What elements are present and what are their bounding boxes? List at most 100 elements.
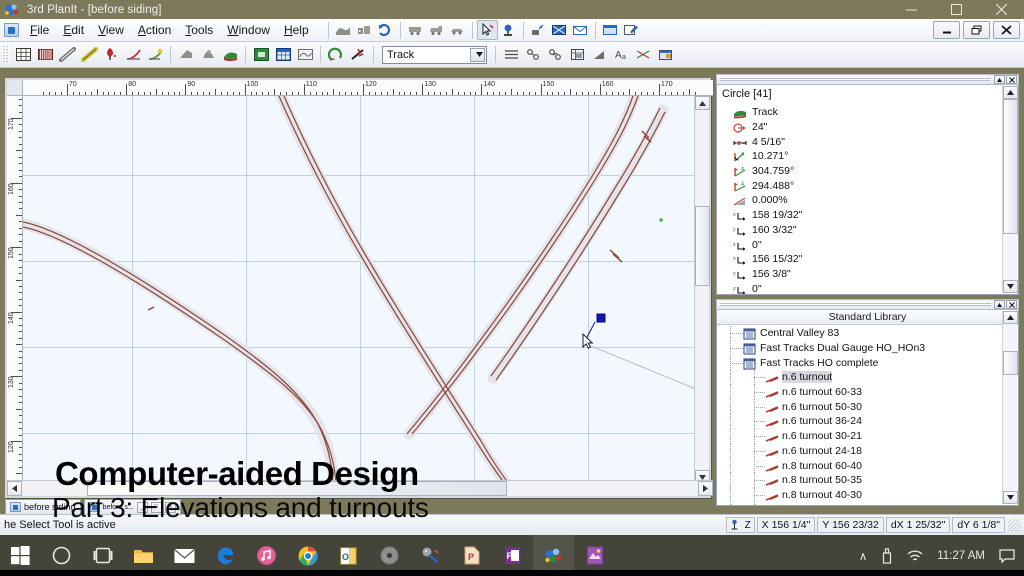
table-icon[interactable] (272, 44, 294, 65)
library-panel-collapse-button[interactable] (994, 300, 1005, 309)
edit-properties-icon[interactable] (621, 20, 642, 40)
property-row[interactable]: x 158 19/32" (717, 208, 1001, 223)
property-row[interactable]: z 0" (717, 237, 1001, 252)
flex-track-icon[interactable] (78, 44, 100, 65)
refresh-3d-icon[interactable] (375, 20, 396, 40)
scenery-icon[interactable] (354, 20, 375, 40)
curve-icon[interactable] (325, 44, 347, 65)
library-item[interactable]: Central Valley 83 (717, 326, 1001, 341)
library-item[interactable]: n.6 turnout 36-24 (717, 414, 1001, 429)
property-row[interactable]: Track (717, 105, 1001, 120)
cut-icon[interactable] (175, 44, 197, 65)
disconnect-icon[interactable] (347, 44, 369, 65)
canvas-vertical-scrollbar[interactable] (694, 96, 710, 484)
properties-panel-close-button[interactable] (1006, 75, 1017, 84)
menu-view[interactable]: View (91, 21, 131, 39)
library-item[interactable]: Fast Tracks Dual Gauge HO_HOn3 (717, 340, 1001, 356)
chevron-down-icon[interactable] (470, 47, 485, 62)
library-item[interactable]: n.8 turnout 50-35 (717, 472, 1001, 488)
easement-icon[interactable] (122, 44, 144, 65)
library-item[interactable]: n.6 turnout 24-18 (717, 443, 1001, 459)
properties-scrollbar[interactable] (1002, 86, 1018, 293)
properties-scroll-down[interactable] (1003, 280, 1018, 293)
window-minimize-button[interactable] (889, 0, 934, 19)
terrain-icon[interactable] (219, 44, 241, 65)
grade-icon[interactable] (588, 44, 610, 65)
table-grid-icon[interactable] (12, 44, 34, 65)
property-row[interactable]: z 0" (717, 281, 1001, 294)
properties-panel-collapse-button[interactable] (994, 75, 1005, 84)
property-row[interactable]: 0.000% (717, 193, 1001, 208)
library-item[interactable]: n.6 turnout 60-33 (717, 384, 1001, 400)
layer-select[interactable]: Track (382, 45, 487, 64)
property-row[interactable]: y 156 3/8" (717, 267, 1001, 282)
library-scroll-thumb[interactable] (1003, 351, 1018, 375)
property-row[interactable]: 24" (717, 120, 1001, 135)
rolling-stock-icon[interactable] (405, 20, 426, 40)
elevation-tool-icon[interactable] (528, 20, 549, 40)
menu-edit[interactable]: Edit (56, 21, 91, 39)
transition-icon[interactable] (144, 44, 166, 65)
vertical-scroll-thumb[interactable] (695, 206, 710, 286)
z-axis-indicator[interactable]: Z (725, 517, 755, 533)
property-row[interactable]: x 156 15/32" (717, 252, 1001, 267)
menu-action[interactable]: Action (131, 21, 178, 39)
window-close-button[interactable] (979, 0, 1024, 19)
landform-icon[interactable] (333, 20, 354, 40)
locomotive-icon[interactable] (426, 20, 447, 40)
ties-icon[interactable] (34, 44, 56, 65)
library-scrollbar[interactable] (1002, 311, 1018, 504)
properties-panel-gripper[interactable] (716, 74, 1019, 85)
library-item[interactable]: n.8 turnout 32-25 (717, 502, 1001, 505)
menu-file[interactable]: File (23, 21, 56, 39)
scroll-right-button[interactable] (698, 481, 713, 496)
snap-a-icon[interactable] (522, 44, 544, 65)
mdi-restore-button[interactable] (963, 21, 990, 39)
grid-snap-icon[interactable] (549, 20, 570, 40)
menu-tools[interactable]: Tools (178, 21, 220, 39)
property-row[interactable]: A 304.759° (717, 164, 1001, 179)
select-tool-icon[interactable] (476, 20, 498, 40)
track-plan-canvas[interactable] (23, 96, 698, 484)
envelope-icon[interactable] (570, 20, 591, 40)
library-item[interactable]: n.6 turnout 30-21 (717, 428, 1001, 444)
car-icon[interactable] (447, 20, 468, 40)
window-view-icon[interactable] (600, 20, 621, 40)
straight-track-icon[interactable] (56, 44, 78, 65)
menu-window[interactable]: Window (220, 21, 277, 39)
fill-icon[interactable] (197, 44, 219, 65)
turnout-point-icon[interactable] (100, 44, 122, 65)
backdrop-icon[interactable] (294, 44, 316, 65)
pin-tool-icon[interactable] (498, 20, 519, 40)
resize-grip[interactable] (1008, 518, 1021, 532)
table-props-icon[interactable] (566, 44, 588, 65)
properties-scroll-thumb[interactable] (1003, 99, 1018, 234)
mdi-system-menu-icon[interactable] (4, 23, 19, 37)
library-item[interactable]: n.8 turnout 60-40 (717, 458, 1001, 473)
align-icon[interactable] (500, 44, 522, 65)
snap-b-icon[interactable] (544, 44, 566, 65)
layers-icon[interactable] (250, 44, 272, 65)
library-item[interactable]: n.8 turnout 40-30 (717, 487, 1001, 503)
library-item[interactable]: n.6 turnout (717, 370, 1001, 385)
property-row[interactable]: A 294.488° (717, 178, 1001, 193)
menu-help[interactable]: Help (277, 21, 316, 39)
library-tree[interactable]: Central Valley 83 Fast Tracks Dual Gauge … (717, 326, 1001, 505)
properties-scroll-up[interactable] (1003, 86, 1018, 99)
profile-icon[interactable] (632, 44, 654, 65)
property-row[interactable]: y 160 3/32" (717, 223, 1001, 238)
library-item[interactable]: n.6 turnout 50-30 (717, 399, 1001, 415)
scroll-left-button[interactable] (7, 481, 22, 496)
library-panel-close-button[interactable] (1006, 300, 1017, 309)
library-scroll-up[interactable] (1003, 311, 1018, 324)
library-scroll-down[interactable] (1003, 491, 1018, 504)
toolbar-gripper[interactable] (2, 46, 9, 63)
properties-dialog-icon[interactable] (654, 44, 676, 65)
property-row[interactable]: A 10.271° (717, 149, 1001, 164)
window-maximize-button[interactable] (934, 0, 979, 19)
library-item[interactable]: Fast Tracks HO complete (717, 355, 1001, 371)
scroll-up-button[interactable] (695, 96, 710, 110)
library-panel-gripper[interactable] (716, 299, 1019, 310)
property-row[interactable]: 4 5/16" (717, 134, 1001, 149)
mdi-close-button[interactable] (993, 21, 1020, 39)
